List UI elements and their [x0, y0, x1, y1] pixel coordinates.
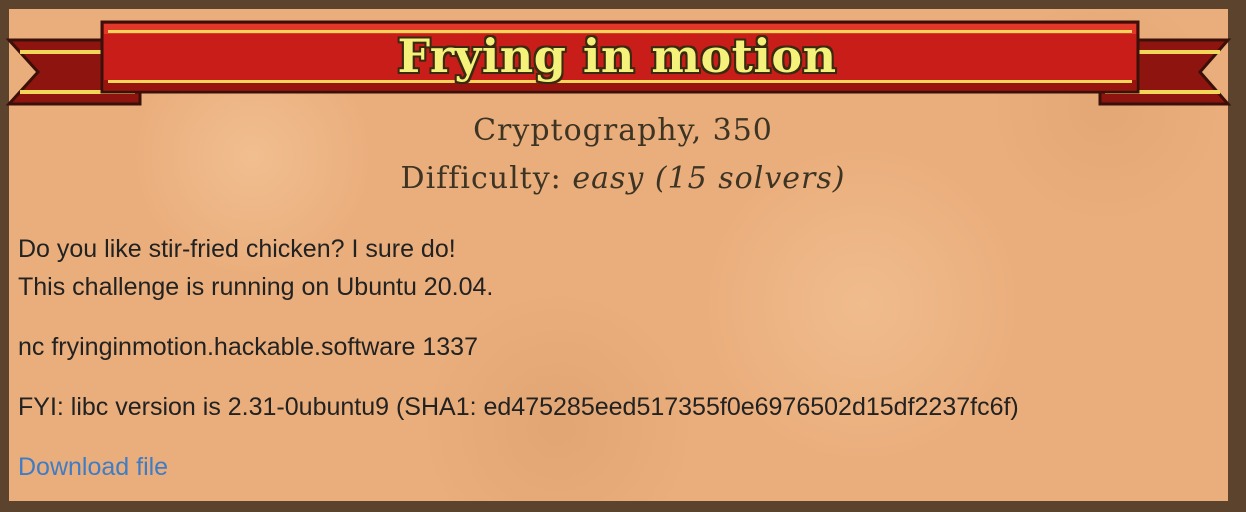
description-line-2: This challenge is running on Ubuntu 20.0… — [18, 273, 494, 301]
title-banner: Frying in motion — [0, 0, 1246, 110]
libc-version-note: FYI: libc version is 2.31-0ubuntu9 (SHA1… — [18, 393, 1019, 421]
challenge-title: Frying in motion — [397, 29, 837, 83]
solvers-count: (15 solvers) — [644, 161, 846, 196]
page-frame: Cryptography, 350 Difficulty: easy (15 s… — [0, 0, 1246, 512]
challenge-category: Cryptography, 350 — [9, 113, 1228, 148]
category-text: Cryptography, 350 — [473, 113, 773, 148]
challenge-difficulty: Difficulty: easy (15 solvers) — [9, 161, 1228, 196]
difficulty-label: Difficulty: — [400, 161, 573, 196]
connection-command: nc fryinginmotion.hackable.software 1337 — [18, 333, 478, 361]
description-line-1: Do you like stir-fried chicken? I sure d… — [18, 235, 456, 263]
difficulty-level: easy — [572, 161, 645, 196]
download-file-link[interactable]: Download file — [18, 452, 168, 482]
